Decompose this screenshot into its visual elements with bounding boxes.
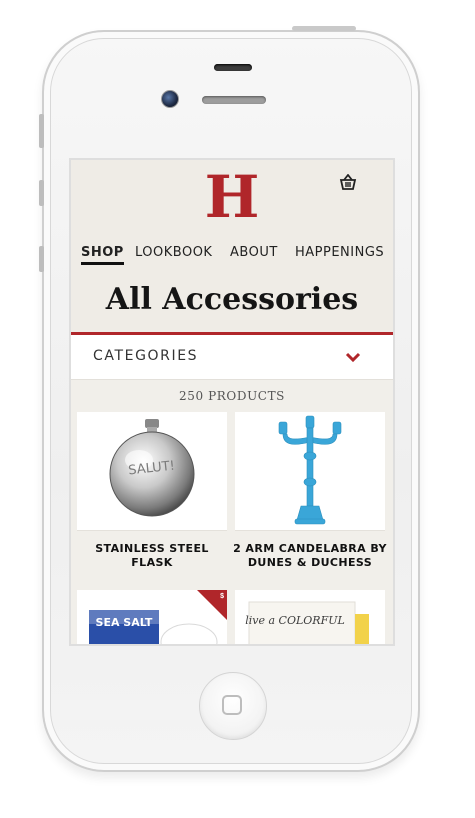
sleep-button <box>292 26 356 31</box>
product-card-sea-salt[interactable]: SEA SALT $ <box>77 590 227 644</box>
flask-image: SALUT! <box>109 419 195 517</box>
sea-salt-label: SEA SALT <box>96 616 153 629</box>
product-card-candelabra[interactable] <box>235 412 385 531</box>
categories-label: CATEGORIES <box>93 348 199 364</box>
phone-screen: H SHOP LOOKBOOK ABOUT HAPPENINGS All Acc… <box>69 158 395 646</box>
chevron-down-icon <box>345 352 361 363</box>
front-camera <box>161 90 179 108</box>
nav-item-shop[interactable]: SHOP <box>81 244 124 265</box>
earpiece-top <box>214 64 252 71</box>
volume-down-button <box>39 246 44 272</box>
basket-icon[interactable] <box>339 174 357 190</box>
main-nav: SHOP LOOKBOOK ABOUT HAPPENINGS <box>71 244 393 266</box>
page-title: All Accessories <box>105 282 359 317</box>
speaker-grille <box>202 96 266 104</box>
product-card-print[interactable]: live a COLORFUL <box>235 590 385 644</box>
nav-item-about[interactable]: ABOUT <box>230 244 278 262</box>
home-square-icon <box>222 695 242 715</box>
print-text: live a COLORFUL <box>245 614 345 627</box>
sale-badge: $ <box>197 590 227 620</box>
mute-switch <box>39 114 44 148</box>
product-name-flask[interactable]: STAINLESS STEEL FLASK <box>75 542 229 570</box>
home-button[interactable] <box>199 672 267 740</box>
product-card-flask[interactable]: SALUT! <box>77 412 227 531</box>
nav-item-happenings[interactable]: HAPPENINGS <box>295 244 384 262</box>
nav-item-lookbook[interactable]: LOOKBOOK <box>135 244 212 262</box>
volume-up-button <box>39 180 44 206</box>
site-header: H SHOP LOOKBOOK ABOUT HAPPENINGS All Acc… <box>71 160 393 336</box>
product-count: 250 PRODUCTS <box>178 389 285 403</box>
product-name-candelabra[interactable]: 2 ARM CANDELABRA BY DUNES & DUCHESS <box>233 542 387 570</box>
categories-dropdown[interactable]: CATEGORIES <box>71 335 393 380</box>
colorful-print-image: live a COLORFUL <box>245 601 369 644</box>
sale-badge-text: $ <box>220 593 224 600</box>
candelabra-image <box>278 415 342 525</box>
